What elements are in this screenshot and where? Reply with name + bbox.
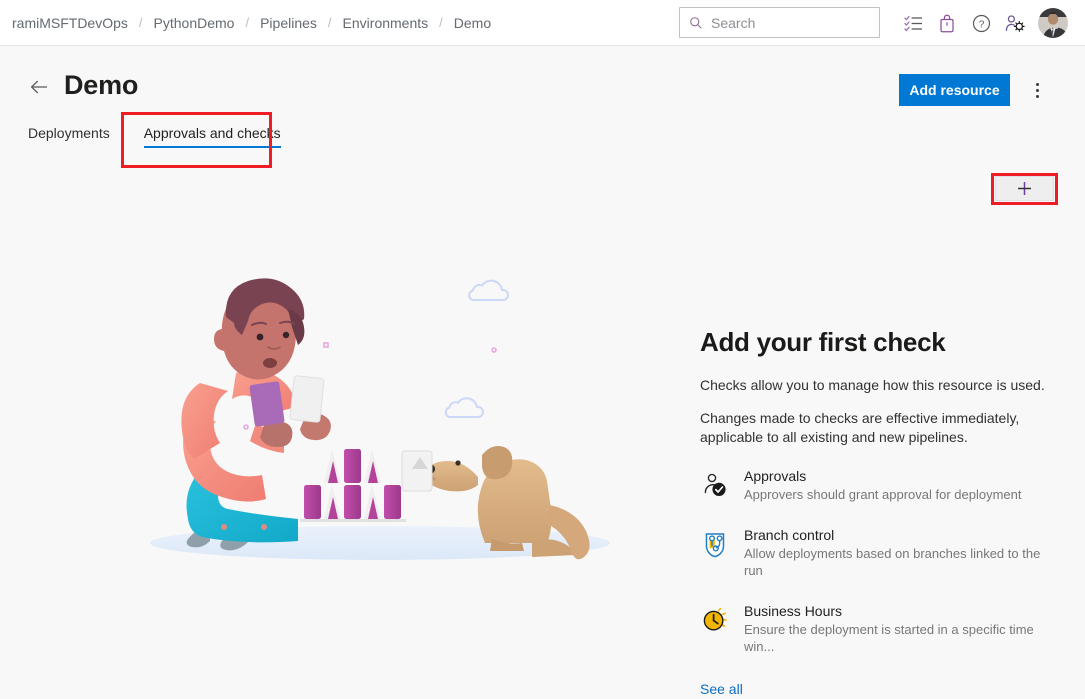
breadcrumb-separator: / [328, 15, 332, 30]
breadcrumb-item-pipelines[interactable]: Pipelines [259, 15, 318, 31]
help-question-icon[interactable]: ? [964, 6, 998, 40]
check-option-business-hours[interactable]: Business Hours Ensure the deployment is … [700, 603, 1055, 655]
checklist-icon[interactable] [896, 6, 930, 40]
breadcrumb-separator: / [439, 15, 443, 30]
svg-text:?: ? [978, 19, 984, 30]
tab-approvals-and-checks-label: Approvals and checks [144, 125, 281, 141]
tab-deployments[interactable]: Deployments [28, 119, 110, 151]
search-icon [689, 16, 703, 30]
marketplace-bag-icon[interactable] [930, 6, 964, 40]
check-option-branch-control-title: Branch control [744, 527, 1055, 543]
breadcrumb: ramiMSFTDevOps / PythonDemo / Pipelines … [11, 15, 492, 31]
tab-approvals-and-checks[interactable]: Approvals and checks [144, 119, 281, 151]
breadcrumb-item-environments[interactable]: Environments [342, 15, 430, 31]
page-title: Demo [64, 70, 138, 101]
check-option-branch-control-desc: Allow deployments based on branches link… [744, 545, 1055, 579]
kebab-menu-icon[interactable] [1025, 76, 1049, 104]
check-option-approvals-title: Approvals [744, 468, 1022, 484]
tab-deployments-label: Deployments [28, 125, 110, 141]
breadcrumb-item-organization[interactable]: ramiMSFTDevOps [11, 15, 129, 31]
card-in-dog-mouth [402, 451, 432, 491]
check-option-business-hours-title: Business Hours [744, 603, 1055, 619]
see-all-link[interactable]: See all [700, 681, 743, 697]
breadcrumb-separator: / [245, 15, 249, 30]
tab-bar: Deployments Approvals and checks [28, 119, 281, 151]
tab-selected-underline [144, 146, 281, 148]
card-house [300, 449, 406, 522]
empty-state-panel: Add your first check Checks allow you to… [700, 327, 1055, 699]
top-navigation-bar: ramiMSFTDevOps / PythonDemo / Pipelines … [0, 0, 1085, 46]
search-box[interactable] [679, 7, 880, 38]
panel-title: Add your first check [700, 327, 1055, 358]
check-type-list: Approvals Approvers should grant approva… [700, 468, 1055, 655]
breadcrumb-separator: / [139, 15, 143, 30]
top-bar-icon-group: ? [896, 0, 1068, 46]
user-avatar[interactable] [1038, 8, 1068, 38]
check-option-branch-control[interactable]: Branch control Allow deployments based o… [700, 527, 1055, 579]
back-arrow-icon[interactable] [28, 76, 50, 98]
check-option-approvals-desc: Approvers should grant approval for depl… [744, 486, 1022, 503]
approvals-person-check-icon [700, 470, 730, 500]
search-input[interactable] [711, 15, 861, 31]
panel-description-2: Changes made to checks are effective imm… [700, 409, 1055, 447]
check-option-approvals[interactable]: Approvals Approvers should grant approva… [700, 468, 1055, 503]
breadcrumb-item-current[interactable]: Demo [453, 15, 492, 31]
check-option-business-hours-desc: Ensure the deployment is started in a sp… [744, 621, 1055, 655]
breadcrumb-item-project[interactable]: PythonDemo [153, 15, 236, 31]
business-hours-clock-icon [700, 605, 730, 635]
user-settings-icon[interactable] [998, 6, 1032, 40]
add-resource-button[interactable]: Add resource [899, 74, 1010, 106]
empty-state-illustration [140, 255, 640, 565]
branch-control-shield-icon [700, 529, 730, 559]
plus-icon [1017, 181, 1032, 196]
add-check-plus-button[interactable] [995, 176, 1054, 201]
panel-description-1: Checks allow you to manage how this reso… [700, 376, 1055, 395]
